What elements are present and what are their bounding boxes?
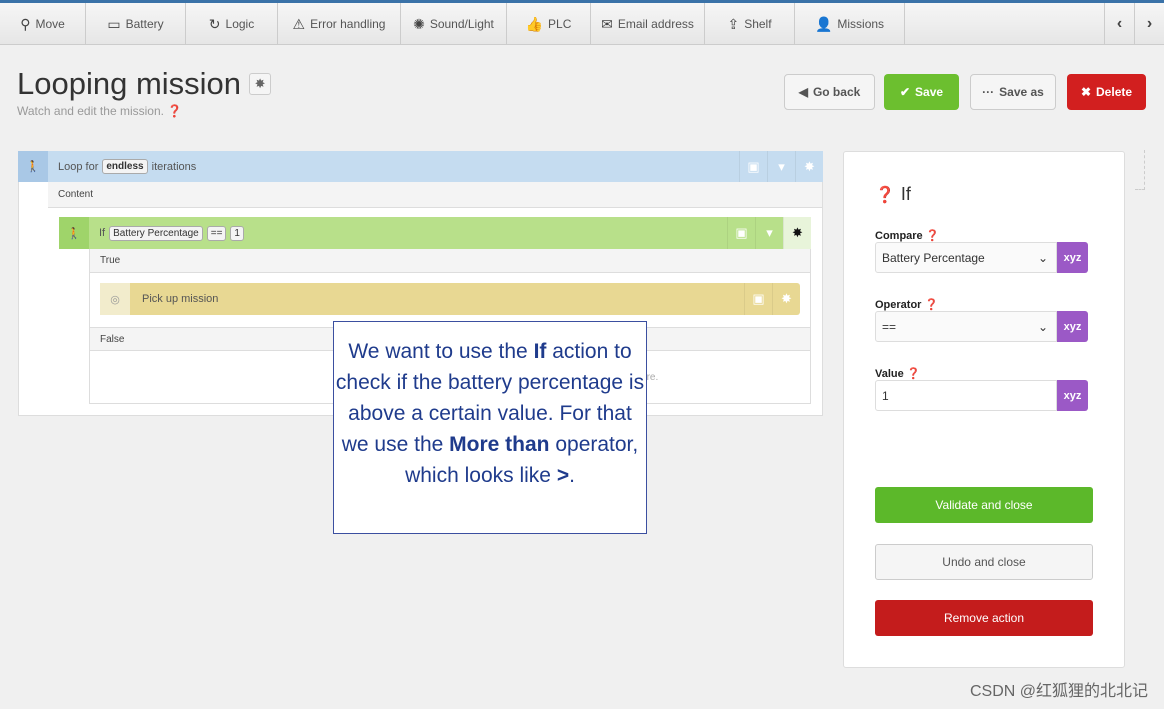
action-toolbar: ⚲ Move ▭ Battery ↻ Logic ⚠ Error handling ✺ Sound… bbox=[0, 0, 1164, 45]
loop-icon: ↻ bbox=[208, 15, 221, 32]
user-icon: 👤 bbox=[814, 15, 833, 32]
envelope-icon: ✉ bbox=[601, 15, 613, 32]
walking-icon[interactable]: 🚶 bbox=[59, 217, 89, 249]
target-icon: ◎ bbox=[100, 283, 130, 315]
help-icon[interactable]: ❓ bbox=[907, 368, 921, 380]
operator-select[interactable]: == ⌄ bbox=[875, 311, 1057, 342]
tab-sound-light[interactable]: ✺ Sound/Light bbox=[401, 3, 507, 45]
walking-icon[interactable]: 🚶 bbox=[18, 151, 48, 182]
battery-icon: ▭ bbox=[107, 15, 121, 32]
save-as-button[interactable]: ··· Save as bbox=[970, 74, 1056, 110]
operator-label: Operator ❓ bbox=[875, 299, 939, 311]
page-subtitle: Watch and edit the mission. ❓ bbox=[17, 104, 183, 118]
variable-button[interactable]: xyz bbox=[1057, 380, 1088, 411]
variable-button[interactable]: xyz bbox=[1057, 311, 1088, 342]
tab-error-handling[interactable]: ⚠ Error handling bbox=[278, 3, 401, 45]
save-button[interactable]: ✔ Save bbox=[884, 74, 959, 110]
watermark: CSDN @红狐狸的北北记 bbox=[969, 683, 1148, 700]
map-pin-icon: ⚲ bbox=[20, 15, 31, 32]
add-action-icon[interactable]: ▣ bbox=[739, 151, 767, 182]
scroll-left-icon[interactable]: ‹ bbox=[1104, 3, 1134, 45]
chevron-down-icon: ⌄ bbox=[1037, 319, 1048, 334]
operator-chip[interactable]: == bbox=[206, 225, 227, 241]
loop-count-chip[interactable]: endless bbox=[102, 159, 148, 174]
true-section-label: True bbox=[90, 249, 810, 273]
arrow-left-icon: ◀ bbox=[798, 85, 808, 99]
undo-and-close-button[interactable]: Undo and close bbox=[875, 544, 1093, 580]
help-icon[interactable]: ❓ bbox=[925, 299, 939, 311]
warning-icon: ⚠ bbox=[292, 15, 306, 32]
value-input[interactable]: 1 bbox=[875, 380, 1057, 411]
help-icon[interactable]: ❓ bbox=[167, 104, 182, 118]
compare-label: Compare ❓ bbox=[875, 230, 940, 242]
remove-action-button[interactable]: Remove action bbox=[875, 600, 1093, 636]
compare-select[interactable]: Battery Percentage ⌄ bbox=[875, 242, 1057, 273]
thumbs-up-icon: 👍 bbox=[525, 15, 544, 32]
bulb-icon: ✺ bbox=[413, 15, 425, 32]
gear-icon[interactable]: ✸ bbox=[795, 151, 823, 182]
add-action-icon[interactable]: ▣ bbox=[744, 283, 772, 315]
gear-icon[interactable]: ✸ bbox=[783, 217, 811, 249]
help-icon[interactable]: ❓ bbox=[875, 185, 895, 205]
x-icon: ✖ bbox=[1080, 85, 1092, 99]
value-label: Value ❓ bbox=[875, 368, 921, 380]
upload-icon: ⇪ bbox=[727, 15, 740, 32]
tab-logic[interactable]: ↻ Logic bbox=[186, 3, 278, 45]
tab-missions[interactable]: 👤 Missions bbox=[795, 3, 905, 45]
tab-battery[interactable]: ▭ Battery bbox=[86, 3, 186, 45]
compare-chip[interactable]: Battery Percentage bbox=[109, 225, 203, 241]
delete-button[interactable]: ✖ Delete bbox=[1067, 74, 1146, 110]
action-settings-panel: ❓ If Compare ❓ Battery Percentage ⌄ xyz Op… bbox=[843, 151, 1125, 668]
help-icon[interactable]: ❓ bbox=[926, 230, 940, 242]
chevron-down-icon[interactable]: ▾ bbox=[767, 151, 795, 182]
ellipsis-icon: ··· bbox=[982, 85, 995, 99]
content-section-label: Content bbox=[48, 182, 822, 208]
add-action-icon[interactable]: ▣ bbox=[727, 217, 755, 249]
value-chip[interactable]: 1 bbox=[230, 225, 244, 241]
scroll-right-icon[interactable]: › bbox=[1134, 3, 1164, 45]
tutorial-callout: We want to use the If action to check if… bbox=[333, 321, 647, 534]
tab-email-address[interactable]: ✉ Email address bbox=[591, 3, 705, 45]
chevron-down-icon: ⌄ bbox=[1037, 250, 1048, 265]
check-icon: ✔ bbox=[899, 85, 911, 99]
variable-button[interactable]: xyz bbox=[1057, 242, 1088, 273]
validate-and-close-button[interactable]: Validate and close bbox=[875, 487, 1093, 523]
panel-title: ❓ If bbox=[875, 184, 911, 205]
tab-shelf[interactable]: ⇪ Shelf bbox=[705, 3, 795, 45]
page-title: Looping mission ✸ bbox=[17, 66, 272, 102]
panel-drop-zone bbox=[1135, 150, 1145, 190]
gear-icon[interactable]: ✸ bbox=[772, 283, 800, 315]
pick-up-mission-action[interactable]: ◎ Pick up mission ▣ ✸ bbox=[100, 283, 800, 315]
mission-settings-gear-icon[interactable]: ✸ bbox=[249, 73, 272, 95]
go-back-button[interactable]: ◀ Go back bbox=[784, 74, 875, 110]
chevron-down-icon[interactable]: ▾ bbox=[755, 217, 783, 249]
tab-move[interactable]: ⚲ Move bbox=[0, 3, 86, 45]
tab-plc[interactable]: 👍 PLC bbox=[507, 3, 591, 45]
